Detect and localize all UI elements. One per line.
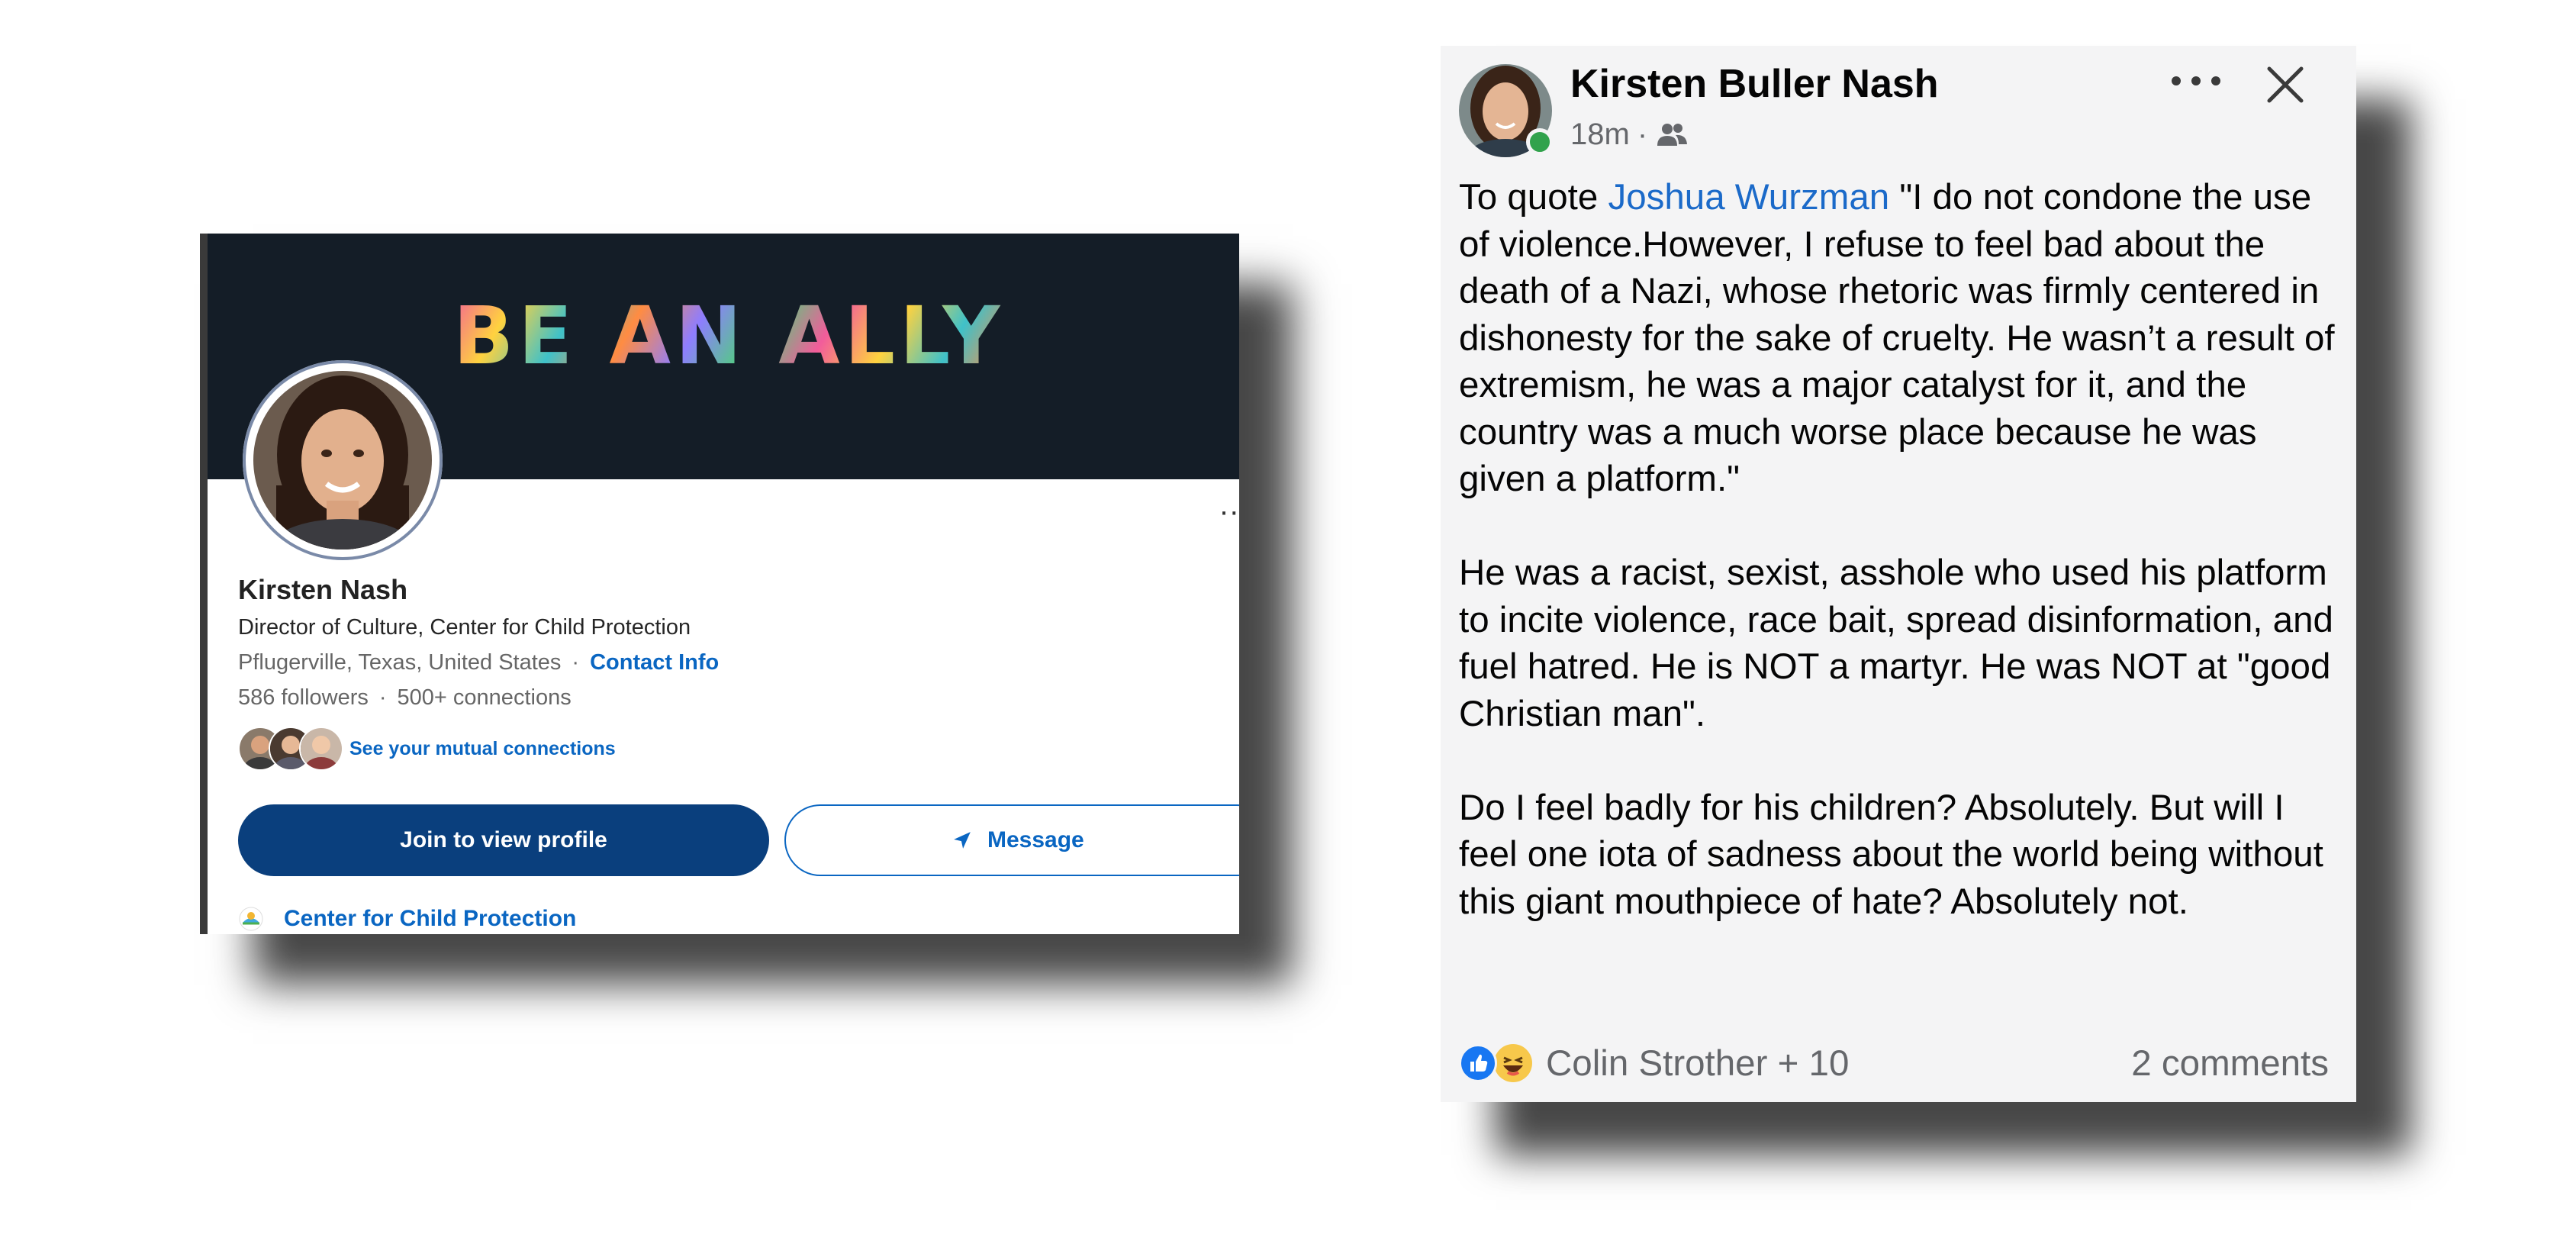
comments-count[interactable]: 2 comments xyxy=(2131,1039,2329,1087)
post-body: To quote Joshua Wurzman "I do not condon… xyxy=(1459,174,2344,972)
join-to-view-profile-button[interactable]: Join to view profile xyxy=(238,804,769,876)
profile-location: Pflugerville, Texas, United States xyxy=(238,650,562,675)
followers-count: 586 followers xyxy=(238,685,369,710)
profile-name: Kirsten Nash xyxy=(238,574,408,605)
friends-icon xyxy=(1657,124,1688,146)
mutual-avatar xyxy=(299,727,343,771)
facebook-post: Kirsten Buller Nash 18m · To quote Joshu… xyxy=(1441,46,2356,1102)
close-icon[interactable] xyxy=(2265,64,2306,105)
network-stats: 586 followers · 500+ connections xyxy=(238,685,572,711)
contact-info-link[interactable]: Contact Info xyxy=(590,650,719,675)
profile-photo xyxy=(253,371,432,549)
post-time[interactable]: 18m xyxy=(1570,118,1630,152)
post-meta: 18m · xyxy=(1570,118,1689,151)
separator: · xyxy=(378,685,387,710)
mention-link[interactable]: Joshua Wurzman xyxy=(1608,177,1889,218)
card-edge xyxy=(200,234,208,934)
reaction-icons xyxy=(1459,1043,1540,1084)
location-line: Pflugerville, Texas, United States · Conta… xyxy=(238,650,719,675)
like-icon xyxy=(1459,1044,1497,1082)
profile-avatar[interactable] xyxy=(243,360,443,560)
banner-slogan: BE AN ALLY xyxy=(453,290,1064,382)
organization-logo xyxy=(239,907,263,931)
reactions-summary[interactable]: Colin Strother + 10 xyxy=(1459,1039,1849,1087)
post-paragraph: Do I feel badly for his children? Absolu… xyxy=(1459,787,2323,922)
connections-count: 500+ connections xyxy=(397,685,572,710)
send-icon xyxy=(954,832,971,849)
meta-separator: · xyxy=(1637,117,1648,151)
linkedin-profile-card: BE AN ALLY ·· Kirsten Nash Director of C… xyxy=(200,234,1239,934)
message-button[interactable]: Message xyxy=(784,804,1239,876)
post-paragraph: To quote Joshua Wurzman "I do not condon… xyxy=(1459,174,2344,503)
more-dots-icon[interactable]: ·· xyxy=(1216,496,1239,527)
separator: · xyxy=(572,650,580,675)
mutual-connections-link[interactable]: See your mutual connections xyxy=(349,738,616,760)
message-button-label: Message xyxy=(987,827,1084,852)
reactions-text: Colin Strother + 10 xyxy=(1546,1043,1850,1084)
online-status-icon xyxy=(1526,128,1554,156)
quote-intro: To quote xyxy=(1459,177,1608,218)
mutual-connections[interactable]: See your mutual connections xyxy=(238,727,616,771)
haha-icon xyxy=(1494,1044,1532,1082)
post-author-name[interactable]: Kirsten Buller Nash xyxy=(1570,61,1939,107)
current-organization[interactable]: Center for Child Protection xyxy=(238,902,576,934)
organization-name: Center for Child Protection xyxy=(284,906,577,931)
mutual-avatars xyxy=(238,727,343,771)
quote-text: "I do not condone the use of violence.Ho… xyxy=(1459,177,2335,499)
post-paragraph: He was a racist, sexist, asshole who use… xyxy=(1459,553,2333,734)
profile-headline: Director of Culture, Center for Child Pr… xyxy=(238,615,691,640)
more-icon[interactable] xyxy=(2172,66,2220,96)
